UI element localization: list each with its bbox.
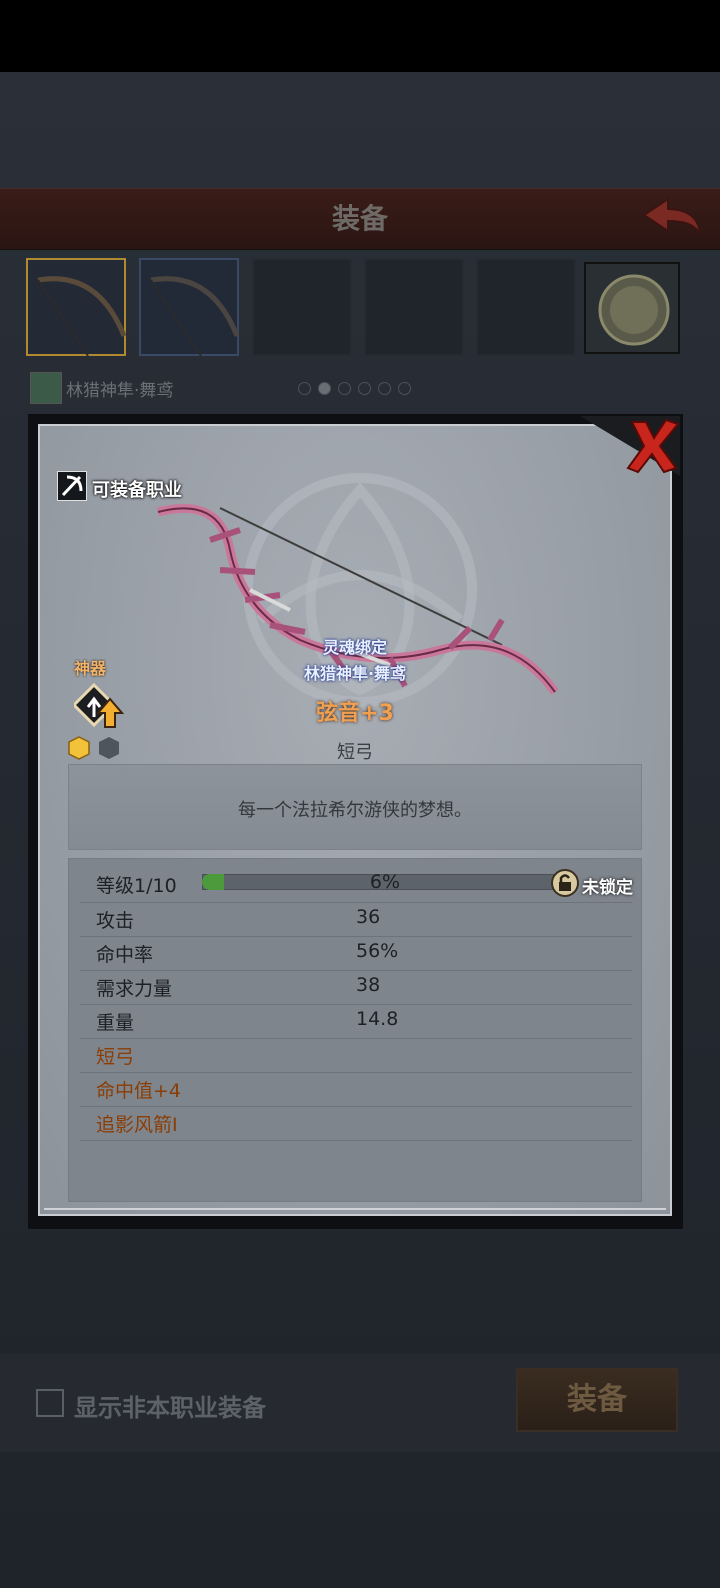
slot-empty-2[interactable] <box>364 258 464 356</box>
slot-bow-selected[interactable] <box>26 258 127 357</box>
extra-hit-bonus: 命中值+4 <box>96 1080 182 1102</box>
stat-value-strength-req: 38 <box>356 974 381 996</box>
soulbind-label: 灵魂绑定 <box>322 638 387 657</box>
divider <box>44 1208 666 1210</box>
page-title: 装备 <box>331 202 388 235</box>
page-dot[interactable] <box>398 382 411 395</box>
page-dot[interactable] <box>378 382 391 395</box>
item-description: 每一个法拉希尔游侠的梦想。 <box>238 800 472 821</box>
gem-filled-icon <box>68 736 90 760</box>
page-dot[interactable] <box>298 382 311 395</box>
stat-label-attack: 攻击 <box>96 910 135 932</box>
back-arrow-icon[interactable] <box>640 193 704 241</box>
stat-value-hit-rate: 56% <box>356 940 399 962</box>
header-bar: 装备 <box>0 188 720 250</box>
item-name: 弦音+3 <box>316 701 394 726</box>
level-progress-text: 6% <box>369 871 401 893</box>
item-type: 短弓 <box>337 742 373 763</box>
show-other-class-checkbox[interactable] <box>36 1389 64 1417</box>
stat-label-hit-rate: 命中率 <box>96 944 154 966</box>
extra-weapon-type: 短弓 <box>96 1046 135 1068</box>
stat-value-weight: 14.8 <box>356 1008 399 1030</box>
equip-class-label: 可装备职业 <box>92 480 182 501</box>
extra-skill[interactable]: 追影风箭I <box>96 1110 178 1137</box>
slot-amulet[interactable] <box>584 262 680 354</box>
avatar[interactable] <box>30 372 62 404</box>
stat-value-attack: 36 <box>356 906 381 928</box>
status-bar <box>0 0 720 72</box>
lock-icon[interactable] <box>551 869 579 897</box>
page-dot[interactable] <box>338 382 351 395</box>
stat-row <box>80 1038 632 1073</box>
soulbind-owner: 林猎神隼·舞鸢 <box>303 664 407 683</box>
level-progress-fill <box>202 874 224 890</box>
stat-label-weight: 重量 <box>96 1012 135 1034</box>
stat-label-strength-req: 需求力量 <box>96 978 173 1000</box>
slot-bow[interactable] <box>139 258 240 357</box>
level-label: 等级1/10 <box>96 875 177 897</box>
page-dot-active[interactable] <box>318 382 331 395</box>
close-icon[interactable] <box>624 416 680 474</box>
artifact-upgrade-icon[interactable] <box>74 683 124 729</box>
slot-empty-1[interactable] <box>252 258 352 356</box>
class-icon[interactable] <box>57 471 87 501</box>
lock-status: 未锁定 <box>582 878 633 898</box>
show-other-class-label: 显示非本职业装备 <box>74 1394 266 1422</box>
gem-slots <box>68 736 119 760</box>
slot-empty-3[interactable] <box>476 258 576 356</box>
gem-empty-icon <box>99 737 119 759</box>
artifact-label: 神器 <box>74 659 107 678</box>
hero-name: 林猎神隼·舞鸢 <box>66 381 174 401</box>
equip-button[interactable]: 装备 <box>516 1368 678 1432</box>
page-dot[interactable] <box>358 382 371 395</box>
